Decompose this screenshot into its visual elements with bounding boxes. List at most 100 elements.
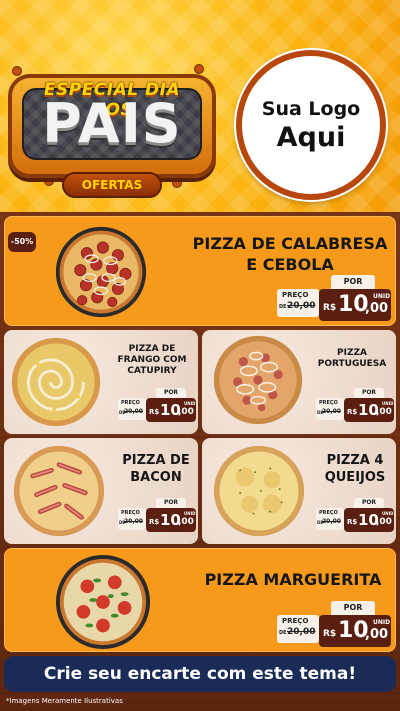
currency-label: R$ — [323, 303, 337, 313]
preco-label: PREÇO — [319, 400, 338, 406]
new-price-panel: R$ 10 UNID ,00 — [344, 508, 394, 532]
price-decimal: ,00 — [365, 301, 389, 316]
price-box: POR PREÇO DE 20,00 R$ 10 UNID ,00 — [316, 498, 394, 536]
old-price-panel: PREÇO DE 20,00 — [277, 289, 319, 317]
unid-label: UNID — [373, 293, 391, 300]
product-name-line: PIZZA MARGUERITA — [204, 570, 382, 589]
product-name-line: QUEIJOS — [324, 470, 386, 485]
price-box: POR PREÇO DE 20,00 R$ 10 UNID ,00 — [277, 275, 393, 321]
old-price: 20,00 — [124, 518, 143, 525]
preco-label: PREÇO — [121, 510, 140, 516]
new-price-panel: R$ 10 UNID ,00 — [319, 615, 391, 647]
old-price: 20,00 — [322, 408, 341, 415]
currency-label: R$ — [323, 629, 337, 639]
flyer-page: ESPECIAL DIA DOS PAIS OFERTAS Sua Logo A… — [0, 0, 400, 711]
price-decimal: ,00 — [178, 407, 194, 417]
product-name-line: FRANGO COM — [117, 355, 187, 365]
old-price: 20,00 — [287, 627, 316, 637]
dia-dos-pais-badge: ESPECIAL DIA DOS PAIS OFERTAS — [8, 60, 216, 198]
product-name-line: PIZZA — [337, 348, 367, 358]
preco-label: PREÇO — [121, 400, 140, 406]
price-box: POR PREÇO DE 20,00 R$ 10 UNID ,00 — [316, 388, 394, 426]
unid-label: UNID — [184, 401, 196, 406]
unid-label: UNID — [373, 619, 391, 626]
product-name-line: PIZZA 4 — [326, 453, 384, 468]
por-label: POR — [156, 388, 186, 398]
product-card-4-queijos: PIZZA 4 QUEIJOS POR PREÇO DE 20,00 R$ 10… — [202, 438, 396, 544]
new-price-panel: R$ 10 UNID ,00 — [319, 289, 391, 321]
unid-label: UNID — [382, 511, 394, 516]
por-label: POR — [156, 498, 186, 508]
currency-label: R$ — [149, 408, 160, 416]
badge-main-text: PAIS — [42, 92, 182, 155]
price-decimal: ,00 — [178, 517, 194, 527]
discount-badge: -50% — [8, 232, 36, 252]
product-name: PIZZA DE CALABRESA E CEBOLA — [185, 233, 395, 275]
badge-sub-text: OFERTAS — [62, 172, 162, 198]
old-price-panel: PREÇO DE 20,00 — [316, 398, 344, 420]
por-label: POR — [354, 388, 384, 398]
preco-label: PREÇO — [319, 510, 338, 516]
old-price: 20,00 — [124, 408, 143, 415]
pizza-4-queijos-image — [213, 445, 305, 537]
price-box: POR PREÇO DE 20,00 R$ 10 UNID ,00 — [277, 601, 393, 647]
currency-label: R$ — [149, 518, 160, 526]
pizza-calabresa-image — [55, 226, 147, 318]
footnote: *Imagens Meramente Ilustrativas — [6, 697, 123, 705]
decor-ball — [172, 178, 182, 188]
product-name: PIZZA DE FRANGO COM CATUPIRY — [108, 344, 196, 377]
new-price-panel: R$ 10 UNID ,00 — [344, 398, 394, 422]
product-name-line: PIZZA DE — [122, 453, 190, 468]
product-name: PIZZA 4 QUEIJOS — [314, 452, 396, 486]
product-card-frango: PIZZA DE FRANGO COM CATUPIRY POR PREÇO D… — [4, 330, 198, 434]
product-card-portuguesa: PIZZA PORTUGUESA POR PREÇO DE 20,00 R$ 1… — [202, 330, 396, 434]
de-label: DE — [279, 304, 287, 310]
logo-line-2: Aqui — [276, 121, 346, 153]
preco-label: PREÇO — [282, 291, 309, 299]
logo-line-1: Sua Logo — [261, 97, 361, 120]
product-name: PIZZA DE BACON — [114, 452, 198, 486]
decor-ball — [12, 66, 22, 76]
product-name-line: BACON — [130, 470, 182, 485]
old-price-panel: PREÇO DE 20,00 — [316, 508, 344, 530]
old-price-panel: PREÇO DE 20,00 — [118, 508, 146, 530]
por-label: POR — [331, 275, 375, 289]
product-card-bacon: PIZZA DE BACON POR PREÇO DE 20,00 R$ 10 … — [4, 438, 198, 544]
price-box: POR PREÇO DE 20,00 R$ 10 UNID ,00 — [118, 388, 196, 426]
product-card-marguerita: PIZZA MARGUERITA POR PREÇO DE 20,00 R$ 1… — [4, 548, 396, 652]
product-name: PIZZA PORTUGUESA — [310, 348, 394, 370]
new-price-panel: R$ 10 UNID ,00 — [146, 398, 196, 422]
header-banner: ESPECIAL DIA DOS PAIS OFERTAS Sua Logo A… — [0, 0, 400, 212]
pizza-frango-image — [11, 337, 101, 427]
product-name-line: PIZZA DE — [128, 344, 176, 354]
por-label: POR — [331, 601, 375, 615]
pizza-bacon-image — [13, 445, 105, 537]
price-decimal: ,00 — [365, 627, 389, 642]
currency-label: R$ — [347, 408, 358, 416]
product-name-line: PIZZA DE CALABRESA — [192, 234, 388, 253]
decor-ball — [194, 64, 204, 74]
de-label: DE — [279, 630, 287, 636]
preco-label: PREÇO — [282, 617, 309, 625]
price-decimal: ,00 — [376, 407, 392, 417]
old-price: 20,00 — [287, 301, 316, 311]
product-card-calabresa: PIZZA DE CALABRESA E CEBOLA POR PREÇO DE… — [4, 216, 396, 326]
old-price-panel: PREÇO DE 20,00 — [277, 615, 319, 643]
cta-banner[interactable]: Crie seu encarte com este tema! — [4, 656, 396, 692]
currency-label: R$ — [347, 518, 358, 526]
pizza-portuguesa-image — [213, 335, 303, 425]
pizza-marguerita-image — [55, 554, 151, 650]
product-name-line: CATUPIRY — [127, 366, 177, 376]
unid-label: UNID — [184, 511, 196, 516]
product-name-line: E CEBOLA — [246, 255, 334, 274]
price-decimal: ,00 — [376, 517, 392, 527]
old-price-panel: PREÇO DE 20,00 — [118, 398, 146, 420]
product-name: PIZZA MARGUERITA — [193, 569, 393, 590]
old-price: 20,00 — [322, 518, 341, 525]
new-price-panel: R$ 10 UNID ,00 — [146, 508, 196, 532]
product-name-line: PORTUGUESA — [317, 359, 387, 369]
price-box: POR PREÇO DE 20,00 R$ 10 UNID ,00 — [118, 498, 196, 536]
unid-label: UNID — [382, 401, 394, 406]
logo-placeholder: Sua Logo Aqui — [236, 50, 386, 200]
por-label: POR — [354, 498, 384, 508]
